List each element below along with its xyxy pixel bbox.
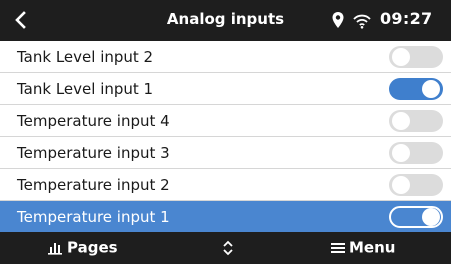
wifi-icon bbox=[353, 14, 371, 29]
toggle-knob bbox=[392, 112, 410, 130]
toggle-knob bbox=[392, 144, 410, 162]
analog-inputs-screen: Analog inputs 09:27 Tank Level input 2 T… bbox=[0, 0, 451, 264]
toggle-switch[interactable] bbox=[389, 174, 443, 196]
toggle-switch[interactable] bbox=[389, 46, 443, 68]
location-pin-icon bbox=[332, 12, 344, 28]
toggle-switch[interactable] bbox=[389, 78, 443, 100]
list-item[interactable]: Temperature input 2 bbox=[0, 169, 451, 201]
list-item-selected[interactable]: Temperature input 1 bbox=[0, 201, 451, 233]
top-bar: Analog inputs 09:27 bbox=[0, 0, 451, 41]
list-item-label: Temperature input 4 bbox=[17, 112, 170, 130]
menu-label: Menu bbox=[349, 238, 396, 257]
clock: 09:27 bbox=[380, 9, 433, 28]
list-item-label: Tank Level input 2 bbox=[17, 48, 154, 66]
list-item[interactable]: Tank Level input 2 bbox=[0, 41, 451, 73]
up-down-arrows-icon[interactable] bbox=[222, 239, 234, 257]
hamburger-menu-icon bbox=[331, 242, 345, 253]
list-item-label: Temperature input 1 bbox=[17, 208, 170, 226]
list-item-label: Temperature input 3 bbox=[17, 144, 170, 162]
menu-button[interactable]: Menu bbox=[331, 238, 395, 258]
bottom-bar: Pages Menu bbox=[0, 232, 451, 264]
toggle-switch[interactable] bbox=[389, 142, 443, 164]
toggle-knob bbox=[422, 208, 440, 226]
pages-label: Pages bbox=[67, 238, 118, 257]
list-item-label: Tank Level input 1 bbox=[17, 80, 154, 98]
toggle-knob bbox=[392, 48, 410, 66]
pages-button[interactable]: Pages bbox=[47, 238, 118, 258]
list-item[interactable]: Tank Level input 1 bbox=[0, 73, 451, 105]
bar-chart-icon bbox=[48, 242, 62, 255]
toggle-switch[interactable] bbox=[389, 206, 443, 228]
analog-inputs-list: Tank Level input 2 Tank Level input 1 Te… bbox=[0, 41, 451, 234]
list-item-label: Temperature input 2 bbox=[17, 176, 170, 194]
list-item[interactable]: Temperature input 3 bbox=[0, 137, 451, 169]
list-item[interactable]: Temperature input 4 bbox=[0, 105, 451, 137]
toggle-knob bbox=[392, 176, 410, 194]
toggle-knob bbox=[422, 80, 440, 98]
toggle-switch[interactable] bbox=[389, 110, 443, 132]
